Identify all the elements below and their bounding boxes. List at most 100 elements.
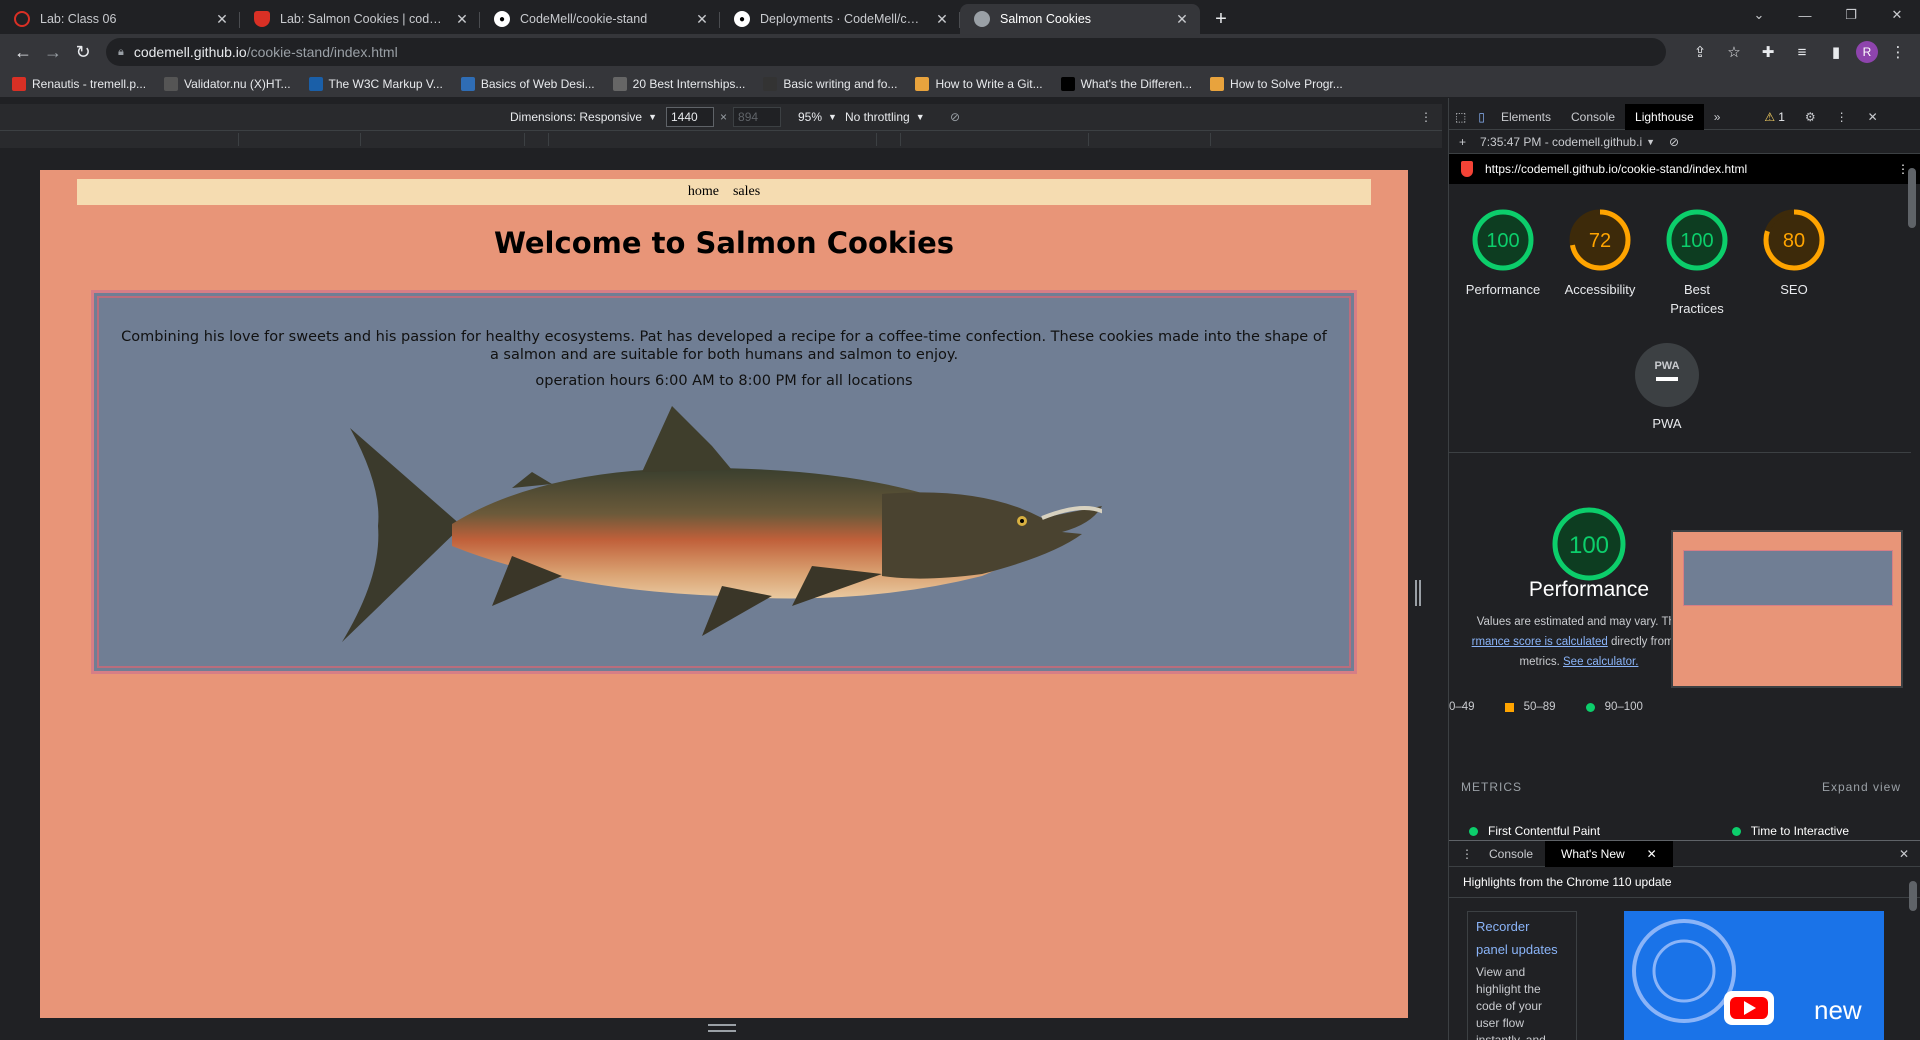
drawer-menu-icon[interactable]: ⋮ (1457, 841, 1477, 867)
score-calculated-link[interactable]: rmance score is calculated (1472, 636, 1608, 648)
tab-console[interactable]: Console (1561, 104, 1625, 130)
back-icon[interactable]: ← (8, 37, 38, 67)
bookmark-item[interactable]: How to Solve Progr... (1210, 76, 1343, 91)
metrics-header: METRICS Expand view (1461, 780, 1901, 794)
whats-new-video[interactable]: new (1624, 911, 1884, 1040)
close-tab-icon[interactable]: ✕ (1639, 841, 1665, 867)
metric-tti-label: Time to Interactive (1750, 824, 1849, 838)
pwa-icon: PWA (1635, 343, 1699, 407)
bookmark-item[interactable]: Basics of Web Desi... (460, 76, 595, 91)
side-panel-icon[interactable]: ▮ (1822, 38, 1850, 66)
divider (1449, 452, 1911, 453)
devtools-tabs: ⬚ ▯ Elements Console Lighthouse » ⚠ 1 ⚙ ⋮… (1449, 103, 1920, 130)
report-url[interactable]: https://codemell.github.io/cookie-stand/… (1485, 162, 1747, 176)
resize-handle-bottom[interactable] (708, 1024, 736, 1032)
close-devtools-icon[interactable]: ✕ (1858, 104, 1888, 130)
menu-icon[interactable]: ⋮ (1884, 38, 1912, 66)
extensions-icon[interactable]: ✚ (1754, 38, 1782, 66)
bookmark-item[interactable]: Renautis - tremell.p... (12, 76, 146, 91)
lighthouse-scrollbar[interactable] (1908, 168, 1916, 228)
best-practices-gauge[interactable]: 100 Best Practices (1655, 206, 1739, 318)
tab-lighthouse[interactable]: Lighthouse (1625, 103, 1704, 130)
more-options-icon[interactable]: ⋮ (1420, 110, 1432, 124)
device-mode-icon[interactable]: ▯ (1472, 104, 1491, 130)
tab-search-icon[interactable]: ⌄ (1736, 0, 1782, 30)
bookmark-item[interactable]: Validator.nu (X)HT... (164, 76, 291, 91)
bookmark-item[interactable]: 20 Best Internships... (612, 76, 745, 91)
new-tab-button[interactable]: + (1206, 4, 1236, 34)
chevron-down-icon: ▼ (915, 112, 925, 122)
close-tab-icon[interactable]: ✕ (454, 11, 470, 28)
note-suffix: metrics. (1519, 656, 1560, 668)
inspect-icon[interactable]: ⬚ (1449, 104, 1472, 130)
settings-icon[interactable]: ⚙ (1795, 104, 1826, 130)
bookmark-item[interactable]: How to Write a Git... (915, 76, 1043, 91)
close-tab-icon[interactable]: ✕ (1174, 11, 1190, 28)
whats-new-card[interactable]: Recorder panel updates View and highligh… (1467, 911, 1577, 1040)
performance-gauge[interactable]: 100 Performance (1461, 206, 1545, 299)
url-path: /cookie-stand/index.html (246, 44, 398, 60)
close-drawer-icon[interactable]: ✕ (1891, 841, 1917, 867)
dimensions-dropdown[interactable]: Dimensions: Responsive (510, 110, 642, 124)
minimize-icon[interactable]: — (1782, 0, 1828, 30)
report-selector[interactable]: 7:35:47 PM - codemell.github.i (1480, 135, 1642, 149)
drawer-tab-whats-new[interactable]: What's New ✕ (1545, 840, 1673, 867)
best-practices-score-value: 100 (1680, 230, 1713, 252)
address-bar[interactable]: 🔒︎ codemell.github.io/cookie-stand/index… (106, 38, 1666, 66)
media-icon[interactable]: ≡ (1788, 38, 1816, 66)
best-practices-score-ring: 100 (1666, 209, 1728, 271)
video-text: new (1814, 995, 1862, 1025)
new-report-icon[interactable]: + (1459, 135, 1466, 149)
tab-lab-class-06[interactable]: Lab: Class 06 ✕ (0, 4, 240, 34)
pwa-gauge[interactable]: PWA PWA (1625, 342, 1709, 433)
bookmark-item[interactable]: Basic writing and fo... (763, 76, 897, 91)
nav-sales-link[interactable]: sales (733, 184, 760, 200)
throttling-dropdown[interactable]: No throttling (845, 110, 910, 124)
tab-elements[interactable]: Elements (1491, 104, 1561, 130)
seo-label: SEO (1780, 282, 1808, 297)
tab-lab-salmon-cookies[interactable]: Lab: Salmon Cookies | code-201- ✕ (240, 4, 480, 34)
bookmark-item[interactable]: The W3C Markup V... (308, 76, 443, 91)
more-tabs-icon[interactable]: » (1704, 104, 1731, 130)
drawer-tab-console[interactable]: Console (1481, 841, 1541, 867)
bookmark-item[interactable]: What's the Differen... (1060, 76, 1192, 91)
close-window-icon[interactable]: ✕ (1874, 0, 1920, 30)
tab-deployments[interactable]: ● Deployments · CodeMell/cookie- ✕ (720, 4, 960, 34)
close-tab-icon[interactable]: ✕ (214, 11, 230, 28)
bookmark-label: How to Write a Git... (935, 76, 1043, 91)
drawer-scrollbar[interactable] (1909, 881, 1917, 911)
gmail-icon (12, 76, 26, 91)
legend-pass-label: 90–100 (1604, 701, 1643, 713)
w3c-icon (308, 76, 323, 91)
legend-fail-label: 0–49 (1449, 701, 1475, 713)
resize-handle-right[interactable] (1415, 580, 1421, 606)
share-icon[interactable]: ⇪ (1686, 38, 1714, 66)
see-calculator-link[interactable]: See calculator. (1563, 656, 1638, 668)
nav-home-link[interactable]: home (688, 184, 719, 200)
width-input[interactable]: 1440 (666, 107, 714, 127)
reload-icon[interactable]: ↻ (68, 37, 98, 67)
forward-icon[interactable]: → (38, 37, 68, 67)
accessibility-gauge[interactable]: 72 Accessibility (1558, 206, 1642, 299)
device-toolbar: Dimensions: Responsive ▼ 1440 × 894 95% … (0, 104, 1442, 130)
tab-salmon-cookies[interactable]: Salmon Cookies ✕ (960, 4, 1200, 34)
close-tab-icon[interactable]: ✕ (934, 11, 950, 28)
tab-cookie-stand-repo[interactable]: ● CodeMell/cookie-stand ✕ (480, 4, 720, 34)
devtools-menu-icon[interactable]: ⋮ (1826, 104, 1858, 130)
zoom-dropdown[interactable]: 95% (798, 110, 822, 124)
lock-icon: 🔒︎ (118, 45, 124, 58)
warning-badge[interactable]: ⚠ 1 (1754, 104, 1794, 130)
close-tab-icon[interactable]: ✕ (694, 11, 710, 28)
rotate-disabled-icon[interactable]: ⊘ (950, 110, 960, 124)
restore-icon[interactable]: ❐ (1828, 0, 1874, 30)
window-controls: ⌄ — ❐ ✕ (1736, 0, 1920, 30)
bookmark-star-icon[interactable]: ☆ (1720, 38, 1748, 66)
profile-avatar[interactable]: R (1856, 41, 1878, 63)
clear-icon[interactable]: ⊘ (1669, 135, 1679, 149)
tab-title: Salmon Cookies (1000, 12, 1092, 26)
expand-view-button[interactable]: Expand view (1822, 780, 1901, 794)
page-screenshot-thumbnail[interactable] (1671, 530, 1903, 688)
height-input[interactable]: 894 (733, 107, 782, 127)
seo-score-ring: 80 (1763, 209, 1825, 271)
seo-gauge[interactable]: 80 SEO (1752, 206, 1836, 299)
